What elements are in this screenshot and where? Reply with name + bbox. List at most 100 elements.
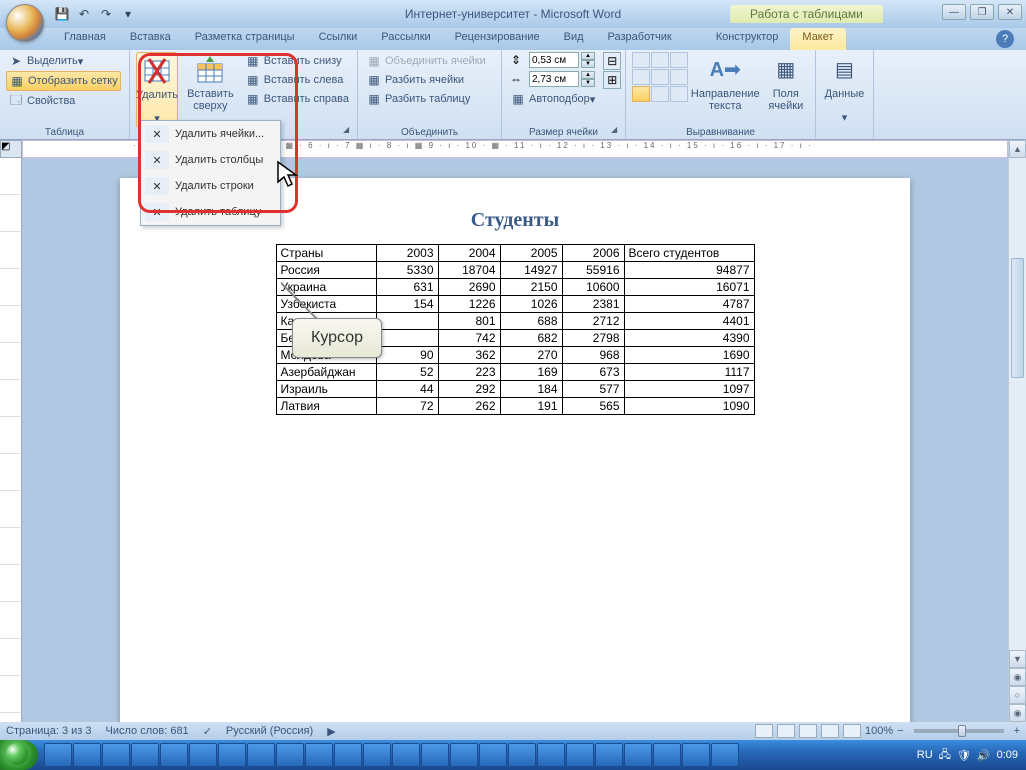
align-tr[interactable] [670, 52, 688, 68]
table-cell[interactable]: 184 [500, 381, 562, 398]
task-item[interactable] [189, 743, 217, 767]
table-cell[interactable]: Россия [276, 262, 376, 279]
table-cell[interactable]: 2798 [562, 330, 624, 347]
table-cell[interactable]: 1117 [624, 364, 754, 381]
text-direction-button[interactable]: A➟ Направление текста [690, 52, 761, 114]
task-item[interactable] [218, 743, 246, 767]
task-item[interactable] [421, 743, 449, 767]
table-cell[interactable]: 10600 [562, 279, 624, 296]
table-cell[interactable]: 1690 [624, 347, 754, 364]
menu-delete-columns[interactable]: ✕Удалить столбцы [141, 147, 280, 173]
table-cell[interactable]: 223 [438, 364, 500, 381]
qat-more-icon[interactable]: ▾ [118, 4, 138, 24]
table-cell[interactable]: 52 [376, 364, 438, 381]
table-cell[interactable]: 55916 [562, 262, 624, 279]
table-cell[interactable]: 682 [500, 330, 562, 347]
task-item[interactable] [711, 743, 739, 767]
align-tc[interactable] [651, 52, 669, 68]
save-icon[interactable]: 💾 [52, 4, 72, 24]
task-item[interactable] [73, 743, 101, 767]
align-tl[interactable] [632, 52, 650, 68]
zoom-level[interactable]: 100% [865, 725, 893, 737]
close-button[interactable]: ✕ [998, 4, 1022, 20]
table-cell[interactable]: 577 [562, 381, 624, 398]
tab-home[interactable]: Главная [52, 28, 118, 50]
document-area[interactable]: Студенты Страны 2003 2004 2005 2006 Всег… [22, 158, 1008, 722]
table-cell[interactable]: 5330 [376, 262, 438, 279]
tab-page-layout[interactable]: Разметка страницы [183, 28, 307, 50]
start-button[interactable] [0, 740, 38, 770]
scroll-down[interactable]: ▼ [1009, 650, 1026, 668]
task-item[interactable] [247, 743, 275, 767]
minimize-button[interactable]: — [942, 4, 966, 20]
vertical-scrollbar[interactable]: ▲ ▼ ◉ ○ ◉ [1008, 140, 1026, 722]
task-item[interactable] [392, 743, 420, 767]
view-print-layout[interactable] [755, 724, 773, 738]
table-cell[interactable]: 1097 [624, 381, 754, 398]
table-row[interactable]: Россия533018704149275591694877 [276, 262, 754, 279]
task-item[interactable] [131, 743, 159, 767]
tray-network-icon[interactable]: 🖧 [939, 746, 951, 765]
table-cell[interactable]: 4787 [624, 296, 754, 313]
status-page[interactable]: Страница: 3 из 3 [6, 725, 92, 737]
autofit-button[interactable]: ▦Автоподбор ▾ [508, 90, 597, 108]
data-button[interactable]: ▤ Данные▾ [822, 52, 867, 126]
task-item[interactable] [653, 743, 681, 767]
zoom-in[interactable]: + [1014, 725, 1020, 737]
task-item[interactable] [363, 743, 391, 767]
table-cell[interactable]: Азербайджан [276, 364, 376, 381]
width-down[interactable]: ▼ [581, 79, 595, 87]
tab-layout[interactable]: Макет [790, 28, 845, 50]
table-row[interactable]: Израиль442921845771097 [276, 381, 754, 398]
row-height-control[interactable]: ⇕ ▲▼ [508, 52, 597, 68]
scroll-up[interactable]: ▲ [1009, 140, 1026, 158]
delete-button[interactable]: Удалить▾ [136, 52, 178, 128]
table-cell[interactable]: 90 [376, 347, 438, 364]
task-item[interactable] [102, 743, 130, 767]
status-words[interactable]: Число слов: 681 [106, 725, 189, 737]
table-cell[interactable]: 362 [438, 347, 500, 364]
task-item[interactable] [595, 743, 623, 767]
tab-references[interactable]: Ссылки [307, 28, 370, 50]
task-item[interactable] [276, 743, 304, 767]
align-br[interactable] [670, 86, 688, 102]
alignment-grid[interactable] [632, 52, 688, 102]
redo-icon[interactable]: ↷ [96, 4, 116, 24]
tab-design[interactable]: Конструктор [704, 28, 791, 50]
properties-button[interactable]: 🗔Свойства [6, 92, 121, 110]
prev-page-icon[interactable]: ◉ [1009, 668, 1026, 686]
office-button[interactable] [6, 4, 44, 42]
align-mr[interactable] [670, 69, 688, 85]
table-cell[interactable]: 631 [376, 279, 438, 296]
table-cell[interactable]: 292 [438, 381, 500, 398]
table-cell[interactable]: 16071 [624, 279, 754, 296]
tab-review[interactable]: Рецензирование [443, 28, 552, 50]
status-proofing-icon[interactable]: ✓ [203, 725, 212, 738]
table-cell[interactable]: 2712 [562, 313, 624, 330]
align-bl[interactable] [632, 86, 650, 102]
table-cell[interactable]: 688 [500, 313, 562, 330]
gridlines-button[interactable]: ▦Отобразить сетку [6, 71, 121, 91]
width-up[interactable]: ▲ [581, 71, 595, 79]
table-cell[interactable]: 4401 [624, 313, 754, 330]
table-cell[interactable]: 1226 [438, 296, 500, 313]
table-cell[interactable]: 742 [438, 330, 500, 347]
col-width-control[interactable]: ⇔ ▲▼ [508, 71, 597, 87]
table-cell[interactable]: 2690 [438, 279, 500, 296]
align-bc[interactable] [651, 86, 669, 102]
table-cell[interactable] [376, 313, 438, 330]
table-cell[interactable]: 14927 [500, 262, 562, 279]
table-cell[interactable]: 801 [438, 313, 500, 330]
table-cell[interactable]: 968 [562, 347, 624, 364]
tray-lang[interactable]: RU [917, 749, 933, 761]
table-cell[interactable]: 44 [376, 381, 438, 398]
dialog-launcher-rows[interactable]: ◢ [343, 125, 355, 137]
table-cell[interactable] [376, 330, 438, 347]
table-cell[interactable]: 1090 [624, 398, 754, 415]
table-cell[interactable]: 2150 [500, 279, 562, 296]
table-cell[interactable]: 169 [500, 364, 562, 381]
tray-shield-icon[interactable]: 🛡 [957, 749, 971, 762]
distribute-cols-icon[interactable]: ⊞ [603, 71, 621, 89]
table-row[interactable]: Азербайджан522231696731117 [276, 364, 754, 381]
table-cell[interactable]: 270 [500, 347, 562, 364]
